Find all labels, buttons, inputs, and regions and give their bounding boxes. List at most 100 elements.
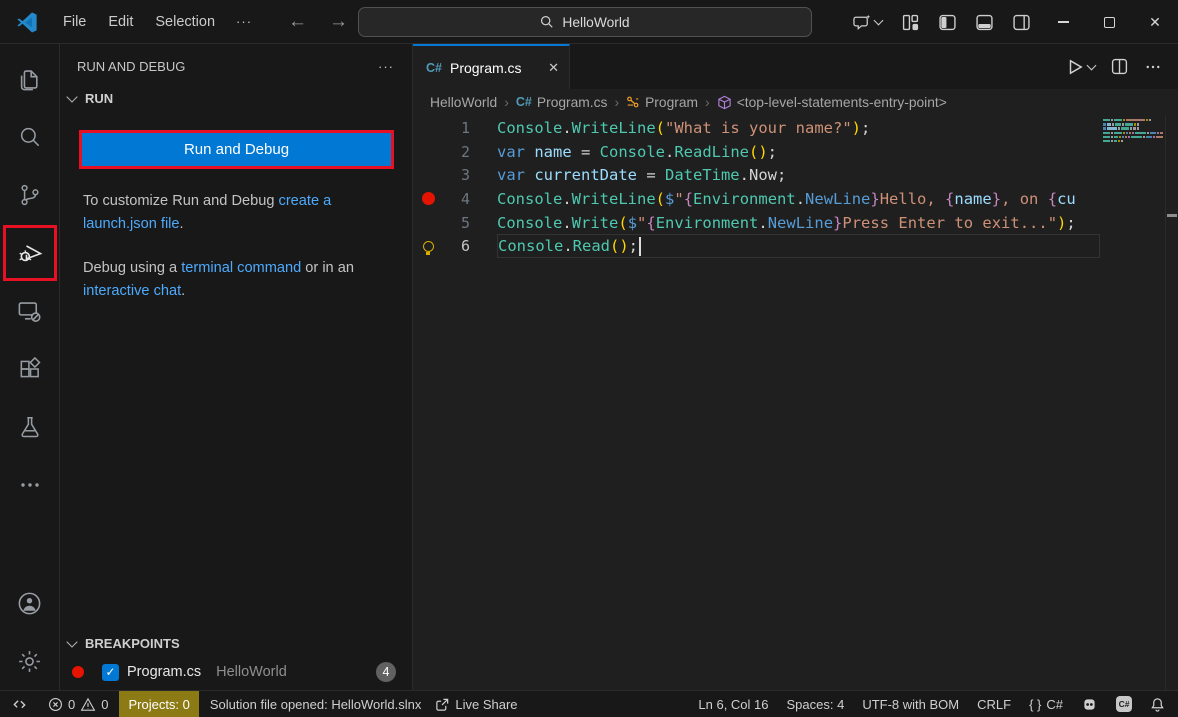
toggle-sidebar-button[interactable]: [929, 14, 966, 31]
csharp-extension-status[interactable]: C#: [1107, 693, 1141, 715]
debug-hint-text: Debug using a terminal command or in an …: [83, 257, 388, 303]
live-share-icon: [435, 697, 450, 712]
line-number: 1: [444, 119, 470, 137]
warnings-icon: [80, 697, 96, 712]
run-and-debug-sidebar: RUN AND DEBUG ··· RUN Run and Debug To c…: [60, 44, 413, 690]
run-and-debug-icon[interactable]: [16, 239, 44, 267]
toggle-panel-button[interactable]: [966, 14, 1003, 31]
solution-message[interactable]: Solution file opened: HelloWorld.slnx: [203, 693, 429, 715]
breakpoint-list-item[interactable]: ✓ Program.cs HelloWorld 4: [60, 658, 412, 690]
breakpoint-icon[interactable]: [422, 192, 435, 205]
menu-edit[interactable]: Edit: [97, 10, 144, 34]
breakpoints-section-header[interactable]: BREAKPOINTS: [60, 629, 412, 658]
language-mode[interactable]: { } C#: [1020, 693, 1072, 715]
eol-sequence[interactable]: CRLF: [968, 693, 1020, 715]
code-line[interactable]: 1 Console.WriteLine("What is your name?")…: [413, 116, 1100, 140]
notifications-bell[interactable]: [1141, 693, 1174, 715]
indentation[interactable]: Spaces: 4: [778, 693, 854, 715]
search-view-icon[interactable]: [2, 108, 58, 166]
menu-file[interactable]: File: [52, 10, 97, 34]
customize-layout-button[interactable]: [892, 14, 929, 31]
settings-gear-icon[interactable]: [2, 632, 58, 690]
menu-more[interactable]: ···: [226, 10, 262, 33]
breakpoint-dot-icon: [72, 666, 84, 678]
command-center-search[interactable]: HelloWorld: [358, 7, 812, 37]
customize-period: .: [180, 216, 184, 232]
brackets-icon: { }: [1029, 697, 1041, 712]
code-line[interactable]: 6Console.Read();: [413, 234, 1100, 258]
live-share-button[interactable]: Live Share: [428, 693, 524, 715]
breadcrumb-file[interactable]: C# Program.cs: [516, 95, 608, 110]
interactive-chat-link[interactable]: interactive chat: [83, 283, 181, 299]
minimap[interactable]: [1100, 115, 1165, 690]
vertical-scrollbar[interactable]: [1165, 115, 1178, 690]
problems-indicator[interactable]: 0 0: [41, 693, 115, 715]
close-button[interactable]: ✕: [1132, 0, 1178, 44]
breadcrumb-entry-point[interactable]: <top-level-statements-entry-point>: [717, 95, 947, 110]
breadcrumb-project[interactable]: HelloWorld: [430, 95, 497, 110]
copilot-status[interactable]: [1072, 693, 1107, 715]
remote-explorer-icon[interactable]: [2, 282, 58, 340]
code-editor[interactable]: 1 Console.WriteLine("What is your name?")…: [413, 115, 1178, 690]
run-file-button[interactable]: [1066, 58, 1095, 76]
split-editor-button[interactable]: [1111, 58, 1128, 75]
search-value: HelloWorld: [562, 15, 629, 30]
line-number: 3: [444, 166, 470, 184]
code-line[interactable]: 2var name = Console.ReadLine();: [413, 140, 1100, 164]
terminal-command-link[interactable]: terminal command: [181, 260, 301, 276]
sidebar-more-actions[interactable]: ···: [378, 59, 394, 74]
csharp-file-icon: C#: [516, 95, 532, 109]
projects-status[interactable]: Projects: 0: [119, 691, 198, 717]
tab-bar: C# Program.cs ✕: [413, 44, 1178, 89]
explorer-icon[interactable]: [2, 50, 58, 108]
menu-selection[interactable]: Selection: [144, 10, 226, 34]
overview-ruler-cursor-mark: [1167, 214, 1177, 217]
lightbulb-icon[interactable]: [423, 241, 434, 252]
encoding[interactable]: UTF-8 with BOM: [853, 693, 968, 715]
tab-close-icon[interactable]: ✕: [548, 60, 559, 76]
run-and-debug-button[interactable]: Run and Debug: [82, 133, 391, 166]
error-count: 0: [68, 697, 75, 712]
code-lines: 1 Console.WriteLine("What is your name?")…: [413, 116, 1100, 258]
source-control-icon[interactable]: [2, 166, 58, 224]
toggle-secondary-sidebar-button[interactable]: [1003, 14, 1040, 31]
debug-text-1: Debug using a: [83, 260, 181, 276]
breakpoint-project: HelloWorld: [216, 664, 287, 680]
extensions-icon[interactable]: [2, 340, 58, 398]
code-line[interactable]: 3var currentDate = DateTime.Now;: [413, 163, 1100, 187]
run-section-header[interactable]: RUN: [60, 84, 412, 113]
breadcrumb-class[interactable]: Program: [626, 95, 698, 110]
forward-arrow-icon[interactable]: →: [329, 11, 348, 33]
csharp-badge-icon: C#: [1116, 696, 1132, 712]
editor-more-actions[interactable]: [1144, 58, 1162, 76]
chevron-down-icon: [66, 91, 77, 102]
maximize-button[interactable]: [1086, 0, 1132, 44]
code-text: Console.WriteLine($"{Environment.NewLine…: [497, 187, 1100, 211]
line-number: 6: [444, 237, 470, 255]
code-line[interactable]: 4Console.WriteLine($"{Environment.NewLin…: [413, 187, 1100, 211]
chevron-down-icon: [66, 636, 77, 647]
activity-bar: [0, 44, 60, 690]
tab-label: Program.cs: [450, 60, 522, 76]
testing-icon[interactable]: [2, 398, 58, 456]
back-arrow-icon[interactable]: ←: [288, 11, 307, 33]
more-views-icon[interactable]: [2, 456, 58, 514]
warning-count: 0: [101, 697, 108, 712]
breakpoint-checkbox[interactable]: ✓: [102, 664, 119, 681]
remote-indicator[interactable]: [4, 693, 35, 715]
debug-text-2: or in an: [301, 260, 354, 276]
accounts-icon[interactable]: [2, 574, 58, 632]
search-icon: [540, 15, 554, 29]
copilot-chat-button[interactable]: [843, 13, 892, 32]
sidebar-title: RUN AND DEBUG: [77, 59, 185, 74]
breakpoint-file: Program.cs: [127, 664, 201, 680]
code-text: Console.WriteLine("What is your name?");: [497, 116, 1100, 140]
breadcrumbs: HelloWorld › C# Program.cs › Program › <…: [413, 89, 1178, 115]
glyph-margin[interactable]: [413, 192, 444, 205]
cursor-position[interactable]: Ln 6, Col 16: [689, 693, 777, 715]
tab-program-cs[interactable]: C# Program.cs ✕: [413, 44, 570, 89]
code-line[interactable]: 5Console.Write($"{Environment.NewLine}Pr…: [413, 211, 1100, 235]
remote-icon: [12, 697, 27, 712]
minimize-button[interactable]: [1040, 0, 1086, 44]
glyph-margin[interactable]: [413, 241, 444, 252]
